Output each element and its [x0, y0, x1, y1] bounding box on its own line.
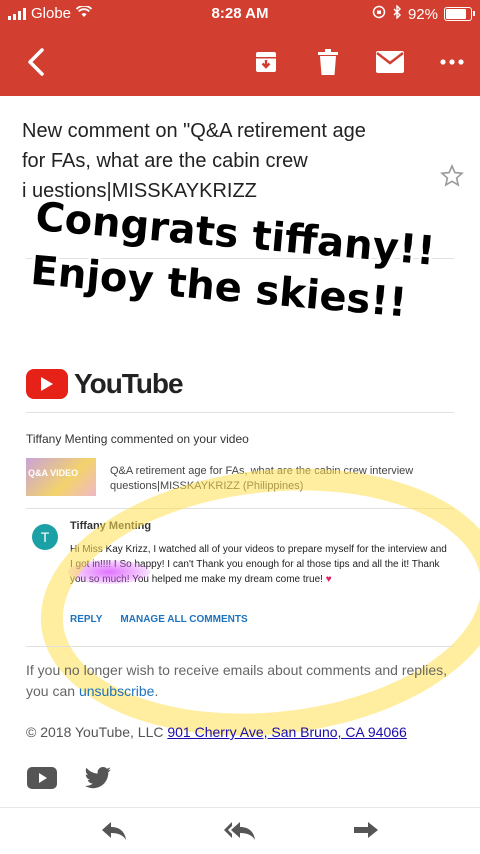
subject-line: for FAs, what are the cabin crew	[22, 150, 308, 172]
reply-all-button[interactable]	[222, 816, 258, 846]
copyright: © 2018 YouTube, LLC 901 Cherry Ave, San …	[26, 724, 407, 740]
email-subject: New comment on "Q&A retirement age for F…	[22, 116, 432, 206]
youtube-wordmark: YouTube	[74, 368, 184, 399]
battery-icon	[444, 7, 475, 21]
overlay-caption: Congrats tiffany!! Enjoy the skies!!	[29, 190, 477, 336]
bottom-action-bar	[0, 807, 480, 854]
address-link[interactable]: 901 Cherry Ave, San Bruno, CA 94066	[167, 724, 406, 740]
trash-icon	[318, 49, 338, 75]
divider	[26, 508, 454, 509]
unsubscribe-notice: If you no longer wish to receive emails …	[26, 660, 456, 702]
redaction-scribble	[68, 560, 150, 584]
mark-unread-button[interactable]	[370, 42, 410, 82]
star-button[interactable]	[440, 164, 464, 193]
youtube-social-button[interactable]	[26, 766, 58, 790]
manage-comments-link[interactable]: MANAGE ALL COMMENTS	[120, 614, 247, 625]
more-button[interactable]	[432, 42, 472, 82]
email-toolbar	[0, 28, 480, 96]
video-title-link[interactable]: Q&A retirement age for FAs, what are the…	[110, 464, 440, 494]
battery-percent: 92%	[407, 5, 438, 23]
twitter-icon	[84, 767, 111, 789]
back-icon	[28, 48, 44, 76]
social-links	[26, 766, 114, 790]
reply-link[interactable]: REPLY	[70, 614, 102, 625]
copyright-text: © 2018 YouTube, LLC	[26, 724, 168, 740]
youtube-icon	[27, 767, 57, 789]
heart-icon: ♥	[325, 574, 332, 585]
status-bar: Globe 8:28 AM 92%	[0, 0, 480, 28]
commenter-name: Tiffany Menting	[70, 520, 152, 532]
unsubscribe-period: .	[154, 683, 159, 699]
unsubscribe-link[interactable]: unsubscribe	[79, 683, 155, 699]
reply-button[interactable]	[96, 816, 132, 846]
archive-icon	[256, 52, 276, 72]
reply-all-icon	[224, 822, 255, 840]
forward-button[interactable]	[348, 816, 384, 846]
back-button[interactable]	[16, 42, 56, 82]
mail-icon	[376, 51, 404, 73]
youtube-logo: YouTube	[26, 368, 184, 400]
thumbnail-text: Q&A VIDEO	[28, 468, 79, 478]
bluetooth-icon	[392, 4, 402, 23]
reply-icon	[102, 822, 126, 840]
avatar: T	[32, 524, 58, 550]
more-icon	[440, 59, 464, 65]
twitter-social-button[interactable]	[82, 766, 114, 790]
divider	[26, 412, 454, 413]
subject-line: New comment on "Q&A retirement age	[22, 120, 366, 142]
notification-heading: Tiffany Menting commented on your video	[26, 432, 249, 446]
forward-icon	[354, 822, 378, 838]
divider	[26, 646, 454, 647]
video-thumbnail[interactable]: Q&A VIDEO	[26, 458, 96, 496]
star-icon	[440, 164, 464, 187]
youtube-play-icon	[26, 369, 68, 399]
comment-actions: REPLY MANAGE ALL COMMENTS	[70, 614, 248, 625]
rotation-lock-icon	[372, 5, 386, 23]
archive-button[interactable]	[246, 42, 286, 82]
delete-button[interactable]	[308, 42, 348, 82]
